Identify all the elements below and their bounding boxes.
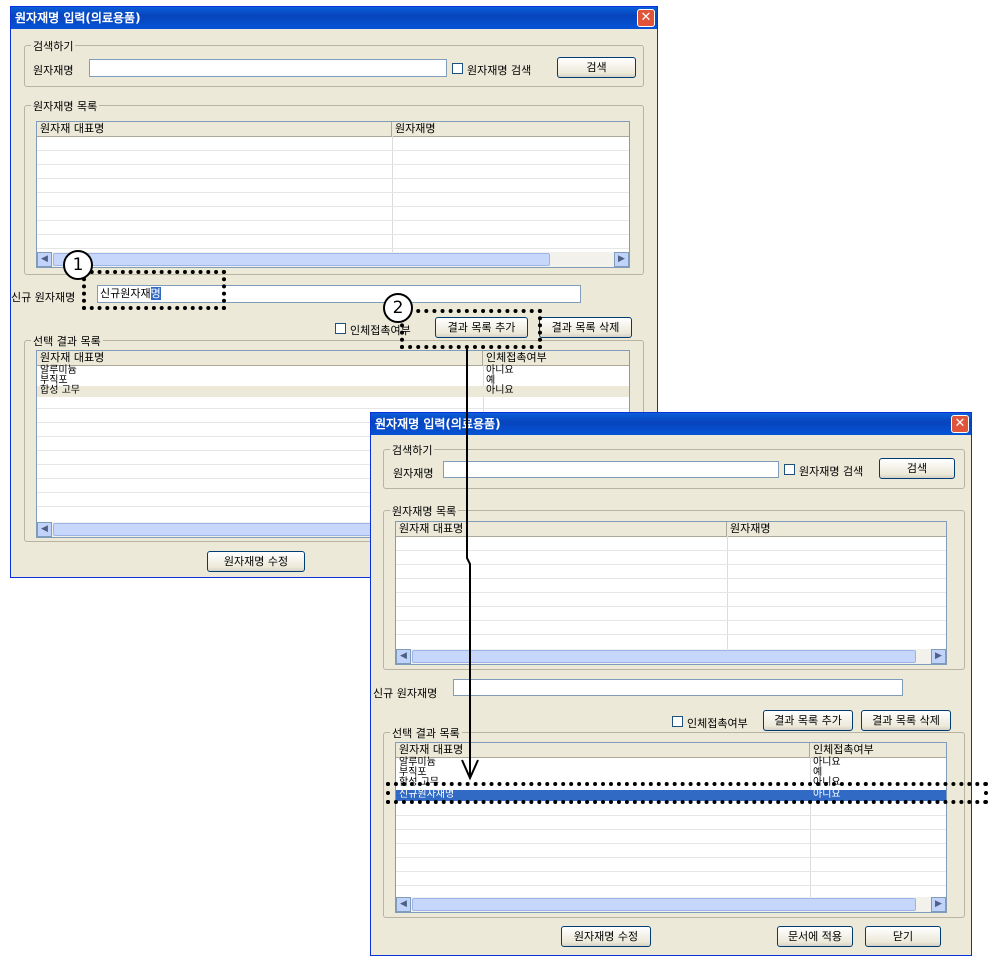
material-list[interactable]: 원자재 대표명 원자재명 ◀ ▶: [36, 121, 630, 268]
result-list-header: 원자재 대표명 인체접촉여부: [37, 351, 629, 366]
column-header-representative-name[interactable]: 원자재 대표명: [37, 351, 483, 365]
material-list-header: 원자재 대표명 원자재명: [37, 122, 629, 137]
material-list-group-label: 원자재명 목록: [390, 503, 459, 519]
new-material-input[interactable]: [453, 679, 903, 696]
material-list-header: 원자재 대표명 원자재명: [396, 522, 946, 537]
scroll-thumb[interactable]: [412, 650, 916, 663]
column-header-representative-name[interactable]: 원자재 대표명: [37, 122, 392, 136]
column-header-body-contact[interactable]: 인체접촉여부: [810, 743, 946, 757]
column-header-representative-name[interactable]: 원자재 대표명: [396, 743, 810, 757]
table-row[interactable]: 부직포 예: [396, 768, 946, 778]
search-button[interactable]: 검색: [557, 57, 636, 78]
result-list[interactable]: 원자재 대표명 인체접촉여부 알루미늄 아니요 부직포 예 합성 고무 아니요 …: [395, 742, 947, 913]
horizontal-scrollbar[interactable]: ◀ ▶: [396, 897, 946, 912]
column-header-representative-name[interactable]: 원자재 대표명: [396, 522, 727, 536]
search-button[interactable]: 검색: [879, 458, 955, 479]
new-material-label: 신규 원자재명: [11, 291, 76, 304]
window-title: 원자재명 입력(의료용품): [371, 413, 971, 435]
delete-from-result-button[interactable]: 결과 목록 삭제: [861, 710, 951, 731]
material-search-checkbox[interactable]: [452, 63, 463, 74]
add-to-result-button[interactable]: 결과 목록 추가: [763, 710, 853, 731]
callout-number-1: 1: [63, 250, 93, 280]
dialog-window-after: 원자재명 입력(의료용품) ✕ 검색하기 원자재명 원자재명 검색 검색 원자재…: [370, 412, 972, 956]
callout-box-1: [82, 270, 226, 310]
body-contact-checkbox-label: 인체접촉여부: [687, 717, 748, 730]
material-search-checkbox[interactable]: [784, 464, 795, 475]
search-input[interactable]: [89, 59, 447, 77]
scroll-left-icon[interactable]: ◀: [37, 252, 52, 267]
scroll-left-icon[interactable]: ◀: [396, 649, 411, 664]
result-list-group-label: 선택 결과 목록: [390, 725, 462, 741]
scroll-right-icon[interactable]: ▶: [614, 252, 629, 267]
result-list-header: 원자재 대표명 인체접촉여부: [396, 743, 946, 758]
window-title: 원자재명 입력(의료용품): [11, 7, 657, 29]
row-contact: 아니요: [486, 385, 514, 396]
scroll-right-icon[interactable]: ▶: [931, 897, 946, 912]
callout-box-2: [400, 309, 542, 349]
close-button[interactable]: 닫기: [865, 926, 941, 947]
material-search-checkbox-label: 원자재명 검색: [467, 64, 532, 77]
body-contact-checkbox[interactable]: [335, 323, 346, 334]
search-input[interactable]: [443, 461, 779, 478]
new-material-label: 신규 원자재명: [373, 687, 438, 700]
column-header-material-name[interactable]: 원자재명: [392, 122, 629, 136]
table-row[interactable]: 합성 고무 아니요: [37, 386, 629, 397]
material-search-checkbox-label: 원자재명 검색: [799, 465, 864, 478]
scroll-left-icon[interactable]: ◀: [396, 897, 411, 912]
apply-to-document-button[interactable]: 문서에 적용: [777, 926, 853, 947]
table-row[interactable]: 부직포 예: [37, 376, 629, 386]
column-divider: [392, 136, 393, 254]
delete-from-result-button[interactable]: 결과 목록 삭제: [539, 317, 632, 338]
column-header-material-name[interactable]: 원자재명: [727, 522, 946, 536]
edit-material-button[interactable]: 원자재명 수정: [561, 926, 651, 947]
scroll-right-icon[interactable]: ▶: [931, 649, 946, 664]
callout-number-2: 2: [383, 293, 413, 323]
material-list-group-label: 원자재명 목록: [31, 98, 100, 114]
search-field-label: 원자재명: [33, 64, 74, 77]
close-icon[interactable]: ✕: [951, 415, 969, 433]
result-list-group-label: 선택 결과 목록: [31, 333, 103, 349]
search-group-label: 검색하기: [390, 442, 435, 458]
scroll-thumb[interactable]: [53, 253, 550, 266]
highlight-added-row: [386, 782, 988, 804]
horizontal-scrollbar[interactable]: ◀ ▶: [37, 252, 629, 267]
edit-material-button[interactable]: 원자재명 수정: [207, 551, 305, 572]
table-row[interactable]: 알루미늄 아니요: [396, 758, 946, 768]
column-header-body-contact[interactable]: 인체접촉여부: [483, 351, 629, 365]
row-name: 합성 고무: [40, 385, 80, 396]
close-icon[interactable]: ✕: [637, 9, 655, 27]
table-row[interactable]: 알루미늄 아니요: [37, 366, 629, 376]
scroll-thumb[interactable]: [412, 898, 916, 911]
horizontal-scrollbar[interactable]: ◀ ▶: [396, 649, 946, 664]
scroll-left-icon[interactable]: ◀: [37, 522, 52, 537]
search-group-label: 검색하기: [31, 38, 76, 54]
material-list[interactable]: 원자재 대표명 원자재명 ◀ ▶: [395, 521, 947, 665]
body-contact-checkbox[interactable]: [672, 716, 683, 727]
search-field-label: 원자재명: [393, 467, 434, 480]
